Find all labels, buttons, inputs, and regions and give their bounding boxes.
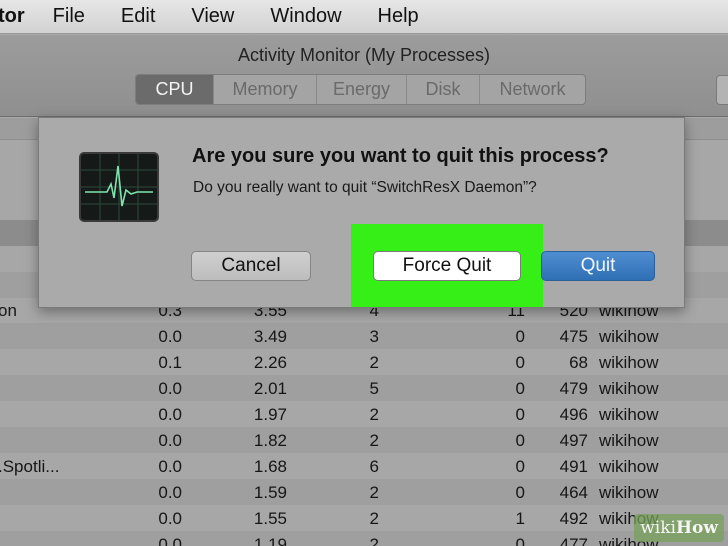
threads: 2 xyxy=(369,483,379,502)
tab-disk[interactable]: Disk xyxy=(406,75,479,104)
cpu-percent: 0.0 xyxy=(158,405,182,424)
cpu-time: 1.68 xyxy=(253,457,287,476)
cpu-percent: 0.0 xyxy=(158,379,182,398)
tab-network[interactable]: Network xyxy=(479,75,585,104)
cancel-button[interactable]: Cancel xyxy=(191,251,311,281)
tab-memory[interactable]: Memory xyxy=(213,75,316,104)
cpu-percent: 0.0 xyxy=(158,327,182,346)
table-row[interactable]: 0.1 2.26 2 0 68 wikihow xyxy=(0,349,728,375)
threads: 2 xyxy=(369,353,379,372)
cpu-percent: 0.0 xyxy=(158,431,182,450)
idle-wakeups: 0 xyxy=(515,457,525,476)
cpu-percent: 0.0 xyxy=(158,535,182,546)
user: wikihow xyxy=(599,483,659,502)
watermark-suffix: How xyxy=(675,518,718,538)
process-name: on xyxy=(0,301,17,320)
idle-wakeups: 0 xyxy=(515,405,525,424)
search-field-edge[interactable] xyxy=(716,75,728,105)
user: wikihow xyxy=(599,379,659,398)
threads: 6 xyxy=(369,457,379,476)
dialog-message: Do you really want to quit “SwitchResX D… xyxy=(193,179,537,196)
threads: 3 xyxy=(369,327,379,346)
pid: 464 xyxy=(559,483,588,502)
watermark-prefix: wiki xyxy=(640,518,676,538)
cpu-percent: 0.0 xyxy=(158,483,182,502)
cpu-time: 3.49 xyxy=(253,327,287,346)
cpu-time: 1.55 xyxy=(253,509,287,528)
view-tabs: CPU Memory Energy Disk Network xyxy=(135,74,586,105)
quit-process-dialog: Are you sure you want to quit this proce… xyxy=(38,117,685,308)
cpu-percent: 0.0 xyxy=(158,509,182,528)
pid: 491 xyxy=(559,457,588,476)
cpu-time: 1.82 xyxy=(253,431,287,450)
table-row[interactable]: 0.0 1.97 2 0 496 wikihow xyxy=(0,401,728,427)
idle-wakeups: 0 xyxy=(515,483,525,502)
cpu-time: 2.01 xyxy=(253,379,287,398)
process-name: .Spotli... xyxy=(0,457,60,476)
window-toolbar: Activity Monitor (My Processes) CPU Memo… xyxy=(0,35,728,117)
menu-view[interactable]: View xyxy=(191,5,234,28)
tab-energy[interactable]: Energy xyxy=(316,75,406,104)
idle-wakeups: 1 xyxy=(515,509,525,528)
cpu-time: 1.19 xyxy=(253,535,287,546)
user: wikihow xyxy=(599,431,659,450)
table-row[interactable]: .Spotli... 0.0 1.68 6 0 491 wikihow xyxy=(0,453,728,479)
cpu-time: 1.59 xyxy=(253,483,287,502)
user: wikihow xyxy=(599,405,659,424)
threads: 2 xyxy=(369,535,379,546)
threads: 2 xyxy=(369,509,379,528)
cpu-time: 2.26 xyxy=(253,353,287,372)
tab-cpu[interactable]: CPU xyxy=(136,75,213,104)
force-quit-button[interactable]: Force Quit xyxy=(373,251,521,281)
pid: 479 xyxy=(559,379,588,398)
table-row[interactable]: 0.0 2.01 5 0 479 wikihow xyxy=(0,375,728,401)
user: wikihow xyxy=(599,327,659,346)
table-row[interactable]: 0.0 1.82 2 0 497 wikihow xyxy=(0,427,728,453)
user: wikihow xyxy=(599,457,659,476)
table-row[interactable]: 0.0 1.59 2 0 464 wikihow xyxy=(0,479,728,505)
cpu-percent: 0.1 xyxy=(158,353,182,372)
pid: 477 xyxy=(559,535,588,546)
cpu-percent: 0.0 xyxy=(158,457,182,476)
pid: 492 xyxy=(559,509,588,528)
threads: 2 xyxy=(369,431,379,450)
threads: 5 xyxy=(369,379,379,398)
table-row[interactable]: 0.0 1.55 2 1 492 wikihow xyxy=(0,505,728,531)
menu-file[interactable]: File xyxy=(53,5,85,28)
user: wikihow xyxy=(599,353,659,372)
table-row[interactable]: 0.0 3.49 3 0 475 wikihow xyxy=(0,323,728,349)
activity-monitor-icon xyxy=(79,152,159,222)
pid: 496 xyxy=(559,405,588,424)
idle-wakeups: 0 xyxy=(515,379,525,398)
menu-window[interactable]: Window xyxy=(270,5,341,28)
cpu-time: 1.97 xyxy=(253,405,287,424)
window-title: Activity Monitor (My Processes) xyxy=(237,45,491,65)
quit-button[interactable]: Quit xyxy=(541,251,655,281)
menu-app-name[interactable]: tor xyxy=(0,5,25,28)
idle-wakeups: 0 xyxy=(515,353,525,372)
pid: 497 xyxy=(559,431,588,450)
wikihow-watermark: wiki How xyxy=(634,514,724,542)
idle-wakeups: 0 xyxy=(515,431,525,450)
table-row[interactable]: 0.0 1.19 2 0 477 wikihow xyxy=(0,531,728,546)
dialog-title: Are you sure you want to quit this proce… xyxy=(192,145,609,167)
threads: 2 xyxy=(369,405,379,424)
menu-help[interactable]: Help xyxy=(378,5,419,28)
menu-edit[interactable]: Edit xyxy=(121,5,155,28)
pid: 68 xyxy=(569,353,588,372)
pid: 475 xyxy=(559,327,588,346)
idle-wakeups: 0 xyxy=(515,535,525,546)
menu-bar: tor File Edit View Window Help xyxy=(0,0,728,34)
idle-wakeups: 0 xyxy=(515,327,525,346)
